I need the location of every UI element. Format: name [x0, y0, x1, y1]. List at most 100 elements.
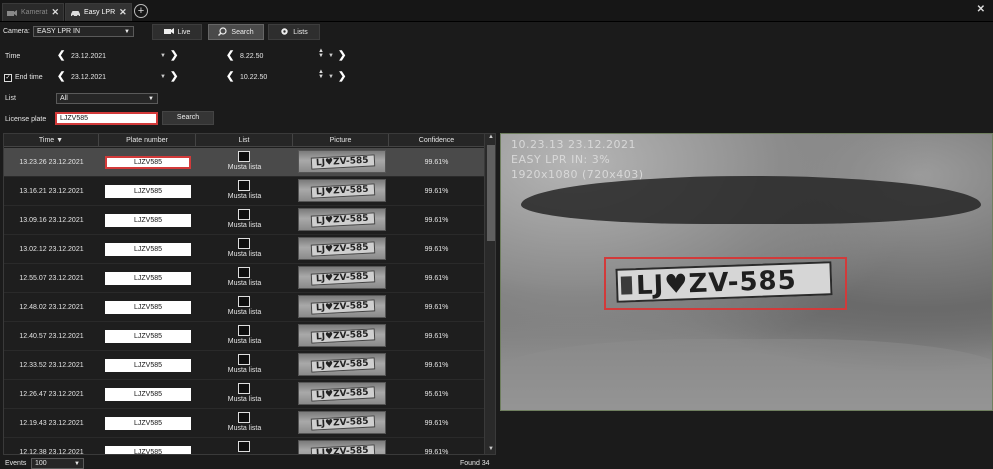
table-row[interactable]: 13.09.16 23.12.2021 LJZV585 Musta lista LJ♥…: [4, 206, 484, 235]
list-checkbox[interactable]: [238, 267, 250, 278]
next-date-icon[interactable]: ❯: [170, 51, 178, 61]
plate-thumbnail[interactable]: LJ♥ZV-585: [298, 179, 386, 202]
table-row[interactable]: 13.23.26 23.12.2021 LJZV585 Musta lista LJ♥…: [4, 148, 484, 177]
next-time-icon[interactable]: ❯: [338, 51, 346, 61]
plate-thumbnail[interactable]: LJ♥ZV-585: [298, 353, 386, 376]
chevron-down-icon[interactable]: ▼: [160, 74, 166, 80]
row-picture-cell: LJ♥ZV-585: [293, 206, 389, 235]
time-spinner-icon[interactable]: ▲ ▼: [318, 69, 324, 80]
camera-select[interactable]: EASY LPR IN ▼: [33, 26, 134, 37]
list-checkbox[interactable]: [238, 209, 250, 220]
plate-thumbnail[interactable]: LJ♥ZV-585: [298, 295, 386, 318]
column-header-confidence[interactable]: Confidence: [389, 134, 484, 147]
close-icon[interactable]: ✕: [119, 7, 127, 18]
thumbnail-plate-text: LJ♥ZV-585: [315, 155, 369, 169]
end-time-value[interactable]: 10.22.50: [240, 74, 267, 81]
row-picture-cell: LJ♥ZV-585: [293, 351, 389, 380]
time-date[interactable]: 23.12.2021: [71, 53, 106, 60]
scrollbar-thumb[interactable]: [487, 145, 495, 241]
list-checkbox[interactable]: [238, 180, 250, 191]
window-close-icon[interactable]: ✕: [977, 4, 985, 15]
row-plate[interactable]: LJZV585: [105, 243, 191, 256]
tab-easy-lpr[interactable]: Easy LPR ✕: [65, 3, 132, 21]
list-checkbox[interactable]: [238, 412, 250, 423]
plate-thumbnail[interactable]: LJ♥ZV-585: [298, 150, 386, 173]
chevron-down-icon[interactable]: ▼: [328, 53, 334, 59]
thumbnail-plate-text: LJ♥ZV-585: [315, 242, 369, 256]
close-icon[interactable]: ✕: [51, 7, 59, 18]
plate-thumbnail[interactable]: LJ♥ZV-585: [298, 237, 386, 260]
list-checkbox[interactable]: [238, 325, 250, 336]
row-plate[interactable]: LJZV585: [105, 301, 191, 314]
list-checkbox[interactable]: [238, 441, 250, 452]
row-list-cell: Musta lista: [196, 380, 293, 409]
column-header-picture[interactable]: Picture: [293, 134, 389, 147]
list-checkbox[interactable]: [238, 354, 250, 365]
prev-time-icon[interactable]: ❮: [226, 51, 234, 61]
row-plate[interactable]: LJZV585: [105, 417, 191, 430]
list-checkbox[interactable]: [238, 151, 250, 162]
list-select[interactable]: All ▼: [56, 93, 158, 104]
row-list-name: Musta lista: [196, 454, 293, 455]
scroll-up-icon[interactable]: ▲: [485, 134, 495, 144]
row-plate[interactable]: LJZV585: [105, 359, 191, 372]
plate-thumbnail[interactable]: LJ♥ZV-585: [298, 411, 386, 434]
row-picture-cell: LJ♥ZV-585: [293, 148, 389, 177]
tab-label: Easy LPR: [84, 9, 116, 16]
plate-thumbnail[interactable]: LJ♥ZV-585: [298, 440, 386, 454]
row-confidence: 99.61%: [424, 217, 449, 224]
prev-date-icon[interactable]: ❮: [57, 72, 65, 82]
tab-kamerat[interactable]: Kamerat ✕: [2, 3, 65, 21]
table-scrollbar[interactable]: ▲ ▼: [484, 134, 495, 454]
list-checkbox[interactable]: [238, 296, 250, 307]
end-time-checkbox[interactable]: ✓: [4, 74, 12, 82]
row-plate[interactable]: LJZV585: [105, 214, 191, 227]
row-list-name: Musta lista: [227, 251, 262, 258]
chevron-down-icon[interactable]: ▼: [328, 74, 334, 80]
table-row[interactable]: 12.19.43 23.12.2021 LJZV585 Musta lista LJ♥…: [4, 409, 484, 438]
next-date-icon[interactable]: ❯: [170, 72, 178, 82]
thumbnail-plate: LJ♥ZV-585: [310, 386, 376, 402]
lists-button[interactable]: Lists: [268, 24, 320, 40]
row-plate-cell: LJZV585: [99, 380, 196, 409]
prev-time-icon[interactable]: ❮: [226, 72, 234, 82]
row-plate[interactable]: LJZV585: [105, 272, 191, 285]
table-row[interactable]: 12.33.52 23.12.2021 LJZV585 Musta lista LJ♥…: [4, 351, 484, 380]
row-plate[interactable]: LJZV585: [105, 185, 191, 198]
row-plate[interactable]: LJZV585: [105, 330, 191, 343]
time-spinner-icon[interactable]: ▲ ▼: [318, 48, 324, 59]
table-row[interactable]: 12.48.02 23.12.2021 LJZV585 Musta lista LJ♥…: [4, 293, 484, 322]
table-row[interactable]: 12.55.07 23.12.2021 LJZV585 Musta lista LJ♥…: [4, 264, 484, 293]
table-row[interactable]: 13.02.12 23.12.2021 LJZV585 Musta lista LJ♥…: [4, 235, 484, 264]
end-date[interactable]: 23.12.2021: [71, 74, 106, 81]
scroll-down-icon[interactable]: ▼: [485, 446, 495, 454]
list-checkbox[interactable]: [238, 383, 250, 394]
list-checkbox[interactable]: [238, 238, 250, 249]
time-value[interactable]: 8.22.50: [240, 53, 263, 60]
search-button[interactable]: Search: [162, 111, 214, 125]
row-plate[interactable]: LJZV585: [105, 388, 191, 401]
events-select[interactable]: 100 ▼: [31, 458, 84, 469]
row-plate[interactable]: LJZV585: [105, 446, 191, 454]
add-tab-icon[interactable]: +: [134, 4, 148, 18]
plate-thumbnail[interactable]: LJ♥ZV-585: [298, 324, 386, 347]
plate-thumbnail[interactable]: LJ♥ZV-585: [298, 208, 386, 231]
live-button[interactable]: Live: [152, 24, 202, 40]
column-header-list[interactable]: List: [196, 134, 293, 147]
plate-thumbnail[interactable]: LJ♥ZV-585: [298, 266, 386, 289]
license-plate-input[interactable]: LJZV585: [55, 112, 158, 125]
table-row[interactable]: 12.26.47 23.12.2021 LJZV585 Musta lista LJ♥…: [4, 380, 484, 409]
table-row[interactable]: 12.40.57 23.12.2021 LJZV585 Musta lista LJ♥…: [4, 322, 484, 351]
search-mode-button[interactable]: Search: [208, 24, 264, 40]
next-time-icon[interactable]: ❯: [338, 72, 346, 82]
end-time-label: End time: [15, 74, 43, 81]
thumbnail-plate-text: LJ♥ZV-585: [315, 416, 369, 430]
table-row[interactable]: 13.16.21 23.12.2021 LJZV585 Musta lista LJ♥…: [4, 177, 484, 206]
column-header-plate[interactable]: Plate number: [99, 134, 196, 147]
column-header-time[interactable]: Time ▼: [4, 134, 99, 147]
table-row[interactable]: 12.12.38 23.12.2021 LJZV585 Musta lista LJ♥…: [4, 438, 484, 455]
prev-date-icon[interactable]: ❮: [57, 51, 65, 61]
chevron-down-icon[interactable]: ▼: [160, 53, 166, 59]
row-plate[interactable]: LJZV585: [105, 156, 191, 169]
plate-thumbnail[interactable]: LJ♥ZV-585: [298, 382, 386, 405]
